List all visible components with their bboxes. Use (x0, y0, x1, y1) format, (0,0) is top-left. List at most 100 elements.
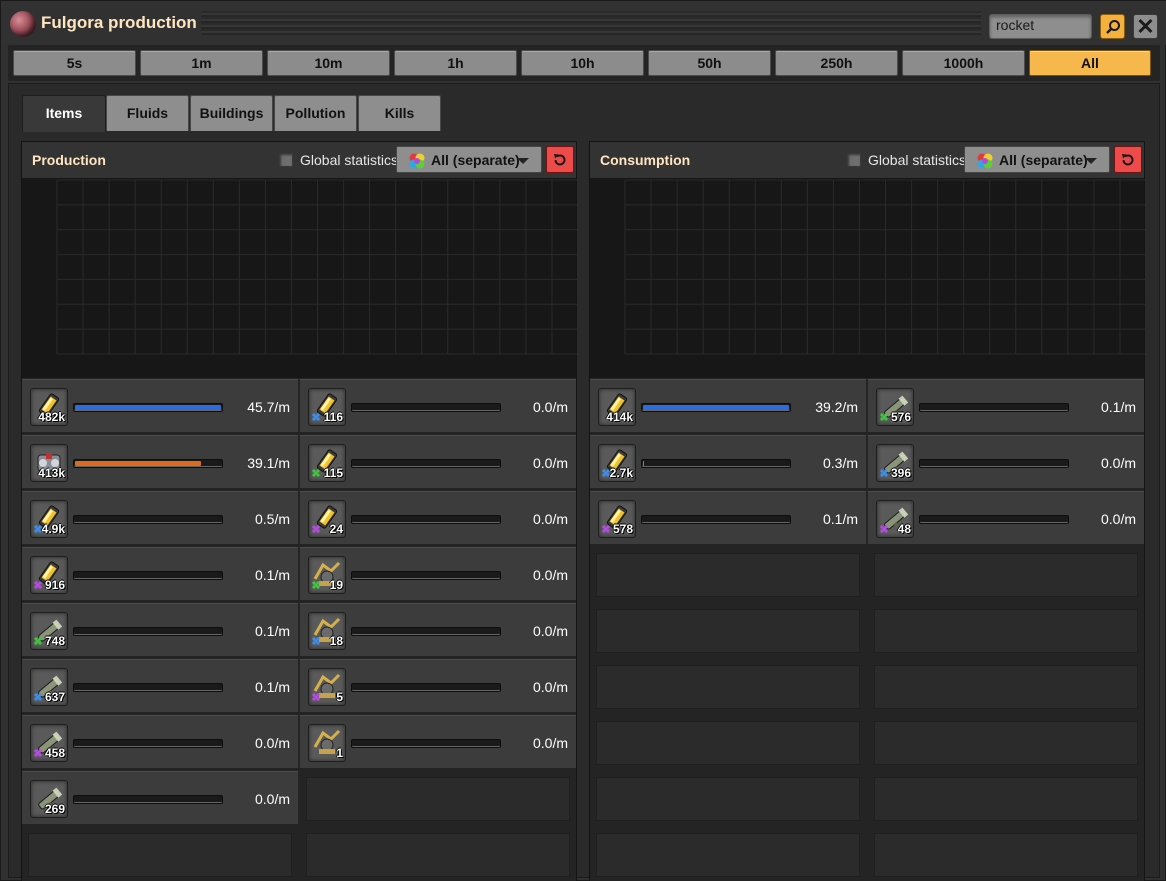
production-filter-dropdown[interactable]: All (separate) (396, 146, 542, 173)
tab-pollution[interactable]: Pollution (274, 95, 357, 131)
rocket-fuel-icon[interactable]: 116 (308, 388, 346, 426)
time-range-250h[interactable]: 250h (775, 50, 898, 76)
search-button[interactable] (1100, 14, 1125, 39)
quality-epic-icon (34, 581, 42, 589)
item-rate: 0.1/m (822, 511, 858, 527)
reset-icon (554, 153, 566, 165)
tab-items[interactable]: Items (22, 95, 106, 132)
rocket-fuel-icon[interactable]: 916 (30, 556, 68, 594)
search-icon (1105, 19, 1120, 34)
tab-fluids[interactable]: Fluids (106, 95, 189, 131)
item-row[interactable]: 414k 39.2/m (590, 379, 866, 433)
consumption-global-checkbox[interactable] (847, 153, 861, 167)
time-range-1000h[interactable]: 1000h (902, 50, 1025, 76)
rocket-fuel-icon[interactable]: 2.7k (598, 444, 636, 482)
item-row[interactable]: 916 0.1/m (22, 547, 298, 601)
rocket-fuel-icon[interactable]: 4.9k (30, 500, 68, 538)
item-row[interactable]: 5 0.0/m (300, 659, 576, 713)
rocket-fuel-icon[interactable]: 414k (598, 388, 636, 426)
rate-bar (641, 459, 791, 468)
item-row[interactable]: 458 0.0/m (22, 715, 298, 769)
empty-slot (874, 665, 1138, 709)
rocket-silo-icon[interactable]: 18 (308, 612, 346, 650)
item-row[interactable]: 2.7k 0.3/m (590, 435, 866, 489)
item-row[interactable]: 637 0.1/m (22, 659, 298, 713)
rocket-part-icon[interactable]: 413k (30, 444, 68, 482)
rate-bar (351, 459, 501, 468)
title-bar[interactable]: Fulgora production rocket ✕ (1, 1, 1166, 45)
rate-bar (641, 403, 791, 412)
consumption-global-label: Global statistics (868, 152, 967, 168)
empty-slot (874, 721, 1138, 765)
rocket-silo-icon[interactable]: 19 (308, 556, 346, 594)
time-range-10h[interactable]: 10h (521, 50, 644, 76)
item-row[interactable]: 396 0.0/m (868, 435, 1144, 489)
item-row[interactable]: 413k 39.1/m (22, 435, 298, 489)
rocket-launcher-icon[interactable]: 748 (30, 612, 68, 650)
item-rate: 0.1/m (254, 679, 290, 695)
item-count: 116 (323, 410, 343, 424)
time-range-1m[interactable]: 1m (140, 50, 263, 76)
rocket-silo-icon[interactable]: 1 (308, 724, 346, 762)
item-row[interactable]: 482k 45.7/m (22, 379, 298, 433)
item-row[interactable]: 748 0.1/m (22, 603, 298, 657)
time-range-10m[interactable]: 10m (267, 50, 390, 76)
empty-slot (596, 553, 860, 597)
consumption-reset-button[interactable] (1114, 146, 1142, 173)
item-row[interactable]: 116 0.0/m (300, 379, 576, 433)
search-input[interactable]: rocket (989, 14, 1092, 39)
quality-rare-icon (312, 413, 320, 421)
reset-icon (1122, 153, 1134, 165)
time-range-50h[interactable]: 50h (648, 50, 771, 76)
rocket-silo-icon[interactable]: 5 (308, 668, 346, 706)
item-count: 18 (329, 634, 343, 648)
item-rate: 0.0/m (532, 399, 568, 415)
rocket-fuel-icon[interactable]: 578 (598, 500, 636, 538)
production-reset-button[interactable] (546, 146, 574, 173)
item-row[interactable]: 4.9k 0.5/m (22, 491, 298, 545)
close-button[interactable]: ✕ (1133, 14, 1158, 39)
rocket-launcher-icon[interactable]: 269 (30, 780, 68, 818)
rate-bar (351, 515, 501, 524)
rocket-fuel-icon[interactable]: 115 (308, 444, 346, 482)
item-row[interactable]: 578 0.1/m (590, 491, 866, 545)
item-row[interactable]: 24 0.0/m (300, 491, 576, 545)
quality-uncommon-icon (880, 413, 888, 421)
tab-buildings[interactable]: Buildings (190, 95, 273, 131)
item-rate: 0.0/m (532, 511, 568, 527)
time-range-1h[interactable]: 1h (394, 50, 517, 76)
item-rate: 0.0/m (1100, 511, 1136, 527)
production-global-checkbox[interactable] (279, 153, 293, 167)
time-range-5s[interactable]: 5s (13, 50, 136, 76)
empty-slot (874, 833, 1138, 877)
item-row[interactable]: 19 0.0/m (300, 547, 576, 601)
rocket-launcher-icon[interactable]: 458 (30, 724, 68, 762)
empty-slot (596, 609, 860, 653)
empty-slot (28, 833, 292, 877)
rocket-fuel-icon[interactable]: 482k (30, 388, 68, 426)
consumption-filter-dropdown[interactable]: All (separate) (964, 146, 1110, 173)
rocket-launcher-icon[interactable]: 48 (876, 500, 914, 538)
rocket-launcher-icon[interactable]: 576 (876, 388, 914, 426)
item-row[interactable]: 269 0.0/m (22, 771, 298, 825)
item-rate: 39.2/m (815, 399, 858, 415)
item-rate: 0.0/m (254, 791, 290, 807)
rocket-launcher-icon[interactable]: 637 (30, 668, 68, 706)
item-row[interactable]: 48 0.0/m (868, 491, 1144, 545)
rocket-launcher-icon[interactable]: 396 (876, 444, 914, 482)
rate-bar (73, 795, 223, 804)
tab-kills[interactable]: Kills (358, 95, 441, 131)
quality-epic-icon (602, 525, 610, 533)
item-row[interactable]: 115 0.0/m (300, 435, 576, 489)
item-row[interactable]: 18 0.0/m (300, 603, 576, 657)
production-global-label: Global statistics (300, 152, 399, 168)
item-row[interactable]: 576 0.1/m (868, 379, 1144, 433)
rocket-fuel-icon[interactable]: 24 (308, 500, 346, 538)
time-range-all[interactable]: All (1029, 50, 1151, 76)
rate-bar-fill (75, 461, 201, 466)
drag-handle[interactable] (201, 11, 981, 35)
item-row[interactable]: 1 0.0/m (300, 715, 576, 769)
production-filter-label: All (separate) (431, 152, 520, 168)
consumption-title: Consumption (600, 152, 691, 168)
empty-slot (596, 833, 860, 877)
